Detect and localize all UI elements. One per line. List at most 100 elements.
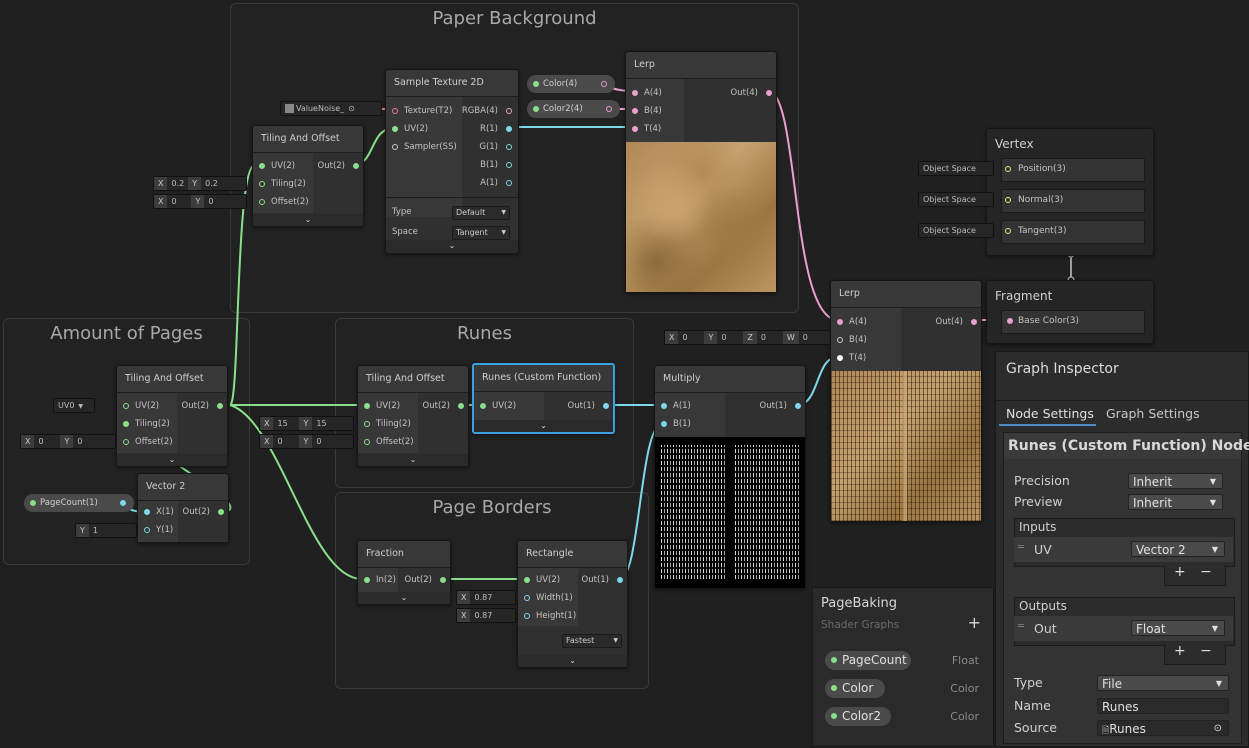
object-picker-icon[interactable]: ⊙	[1214, 721, 1222, 737]
preview-dropdown[interactable]: Inherit ▼	[1128, 494, 1223, 510]
rectangle-width-field[interactable]: X 0.87	[456, 590, 516, 605]
remove-output-button[interactable]: −	[1200, 643, 1212, 659]
texture-input-field[interactable]: ValueNoise_ ⊙	[280, 101, 382, 116]
fragment-master-block[interactable]: Fragment Base Color(3)	[986, 280, 1154, 344]
position-space-field[interactable]: Object Space	[918, 161, 994, 176]
port-b[interactable]: B(4)	[835, 331, 867, 349]
tab-node-settings[interactable]: Node Settings	[999, 404, 1096, 426]
add-input-button[interactable]: +	[1174, 564, 1186, 580]
port-out[interactable]: Out(2)	[182, 397, 223, 415]
tiling-offset-runes-node[interactable]: Tiling And Offset UV(2) Tiling(2) Offset…	[357, 365, 469, 467]
offset-vector-field[interactable]: X0Y0	[20, 434, 116, 449]
vector2-y-field[interactable]: Y1	[75, 523, 137, 538]
property-pagecount[interactable]: PageCount	[825, 651, 911, 670]
space-dropdown[interactable]: Tangent ▼	[452, 226, 510, 240]
collapse-chevron-icon[interactable]: ⌄	[253, 214, 363, 226]
offset-vector-field[interactable]: X0Y0	[259, 434, 354, 449]
port-out[interactable]: Out(1)	[568, 397, 609, 415]
vector2-node[interactable]: Vector 2 X(1) Y(1) Out(2)	[137, 473, 229, 543]
output-type-dropdown[interactable]: Float ▼	[1131, 620, 1225, 636]
tiling-vector-field[interactable]: X 15 Y 15	[259, 416, 354, 431]
normal-space-field[interactable]: Object Space	[918, 192, 994, 207]
rectangle-mode-dropdown[interactable]: Fastest ▼	[562, 634, 622, 648]
vertex-master-block[interactable]: Vertex Position(3) Normal(3) Tangent(3)	[986, 128, 1154, 256]
vertex-tangent-slot[interactable]: Tangent(3)	[1001, 220, 1145, 244]
port-tiling[interactable]: Tiling(2)	[121, 415, 170, 433]
port-uv[interactable]: UV(2)	[522, 571, 560, 589]
lerp-main-node[interactable]: Lerp A(4) B(4) T(4) Out(4)	[830, 280, 982, 522]
port-tiling[interactable]: Tiling(2)	[362, 415, 411, 433]
uv-channel-dropdown[interactable]: UV0 ▼	[53, 398, 95, 413]
port-out[interactable]: Out(2)	[318, 157, 359, 175]
port-height[interactable]: Height(1)	[522, 607, 576, 625]
runes-custom-function-node[interactable]: Runes (Custom Function) UV(2) Out(1) ⌄	[472, 363, 615, 434]
port-uv[interactable]: UV(2)	[257, 157, 295, 175]
port-out[interactable]: Out(2)	[423, 397, 464, 415]
graph-inspector-panel[interactable]: Graph Inspector Node Settings Graph Sett…	[995, 351, 1249, 747]
port-out[interactable]: Out(1)	[760, 397, 801, 415]
vertex-position-slot[interactable]: Position(3)	[1001, 158, 1145, 182]
port-out[interactable]: Out(2)	[405, 571, 446, 589]
rectangle-node[interactable]: Rectangle UV(2) Width(1) Height(1) Out(1…	[517, 540, 628, 668]
port-uv[interactable]: UV(2)	[478, 397, 516, 415]
port-uv[interactable]: UV(2)	[390, 120, 428, 138]
lerp-b-vector-field[interactable]: X0Y0Z0W0	[664, 330, 831, 345]
collapse-chevron-icon[interactable]: ⌄	[386, 240, 518, 252]
tiling-vector-field[interactable]: X 0.2 Y 0.2	[153, 176, 247, 191]
multiply-node[interactable]: Multiply A(1) B(1) Out(1)	[654, 365, 806, 589]
port-offset[interactable]: Offset(2)	[362, 433, 414, 451]
collapse-chevron-icon[interactable]: ⌄	[358, 454, 468, 466]
port-t[interactable]: T(4)	[835, 349, 866, 367]
port-y[interactable]: Y(1)	[142, 521, 173, 539]
sample-texture-2d-node[interactable]: Sample Texture 2D Texture(T2) UV(2) Samp…	[385, 69, 519, 254]
type-dropdown[interactable]: Default ▼	[452, 206, 510, 220]
tab-graph-settings[interactable]: Graph Settings	[1100, 404, 1200, 424]
port-width[interactable]: Width(1)	[522, 589, 573, 607]
fraction-node[interactable]: Fraction In(2) Out(2) ⌄	[357, 540, 451, 605]
collapse-chevron-icon[interactable]: ⌄	[117, 454, 227, 466]
input-type-dropdown[interactable]: Vector 2 ▼	[1131, 541, 1225, 557]
port-r[interactable]: R(1)	[480, 120, 512, 138]
port-texture[interactable]: Texture(T2)	[390, 102, 452, 120]
port-rgba[interactable]: RGBA(4)	[462, 102, 512, 120]
lerp-paper-node[interactable]: Lerp A(4) B(4) T(4) Out(4)	[625, 51, 777, 293]
offset-vector-field[interactable]: X0Y0	[153, 194, 247, 209]
port-b[interactable]: B(1)	[480, 156, 512, 174]
type-dropdown[interactable]: File ▼	[1097, 675, 1229, 691]
port-offset[interactable]: Offset(2)	[257, 193, 309, 211]
port-out[interactable]: Out(4)	[936, 313, 977, 331]
precision-dropdown[interactable]: Inherit ▼	[1128, 473, 1223, 489]
drag-handle-icon[interactable]: ═	[1018, 542, 1024, 553]
color-property-node[interactable]: Color(4)	[527, 75, 615, 93]
port-sampler[interactable]: Sampler(SS)	[390, 138, 457, 156]
collapse-chevron-icon[interactable]: ⌄	[358, 592, 450, 604]
port-uv[interactable]: UV(2)	[362, 397, 400, 415]
source-asset-field[interactable]: 🗎Runes ⊙	[1097, 720, 1229, 736]
name-input[interactable]: Runes	[1097, 698, 1229, 714]
port-uv[interactable]: UV(2)	[121, 397, 159, 415]
collapse-chevron-icon[interactable]: ⌄	[474, 420, 613, 432]
port-offset[interactable]: Offset(2)	[121, 433, 173, 451]
tiling-offset-paper-node[interactable]: Tiling And Offset UV(2) Tiling(2) Offset…	[252, 125, 364, 227]
port-a[interactable]: A(1)	[480, 174, 512, 192]
property-color2[interactable]: Color2	[825, 707, 891, 726]
port-t[interactable]: T(4)	[630, 120, 661, 138]
port-x[interactable]: X(1)	[142, 503, 174, 521]
blackboard-panel[interactable]: PageBaking Shader Graphs + PageCount Flo…	[812, 587, 994, 747]
pagecount-property-node[interactable]: PageCount(1)	[24, 494, 134, 512]
drag-handle-icon[interactable]: ═	[1018, 621, 1024, 632]
fragment-base-color-slot[interactable]: Base Color(3)	[1001, 310, 1145, 334]
port-tiling[interactable]: Tiling(2)	[257, 175, 306, 193]
port-out[interactable]: Out(2)	[183, 503, 224, 521]
port-b[interactable]: B(4)	[630, 102, 662, 120]
vertex-normal-slot[interactable]: Normal(3)	[1001, 189, 1145, 213]
object-picker-icon[interactable]: ⊙	[344, 102, 359, 115]
property-color[interactable]: Color	[825, 679, 885, 698]
port-out[interactable]: Out(1)	[582, 571, 623, 589]
add-output-button[interactable]: +	[1174, 643, 1186, 659]
remove-input-button[interactable]: −	[1200, 564, 1212, 580]
port-g[interactable]: G(1)	[479, 138, 512, 156]
tiling-offset-pages-node[interactable]: Tiling And Offset UV(2) Tiling(2) Offset…	[116, 365, 228, 467]
port-a[interactable]: A(4)	[630, 84, 662, 102]
port-b[interactable]: B(1)	[659, 415, 691, 433]
